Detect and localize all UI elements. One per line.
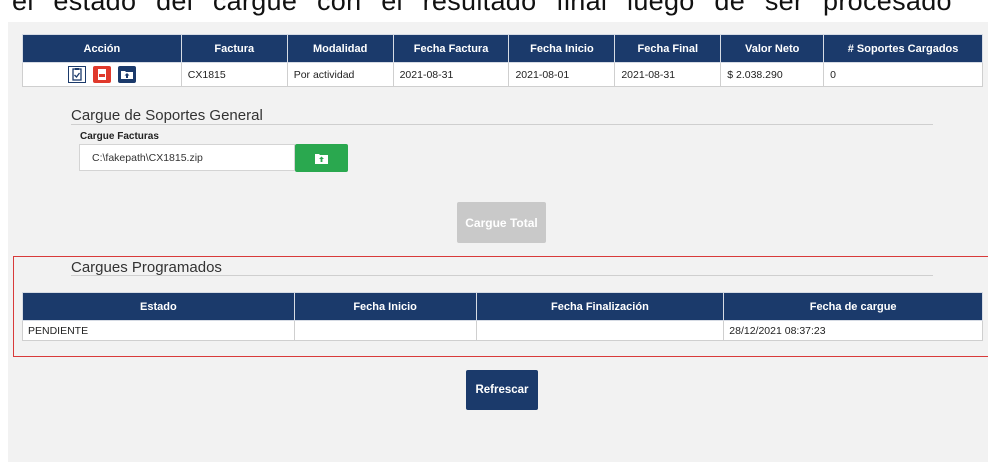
cell-estado: PENDIENTE (22, 320, 295, 341)
invoice-table: Acción Factura Modalidad Fecha Factura F… (22, 34, 983, 87)
scheduled-header-row: Estado Fecha Inicio Fecha Finalización F… (22, 292, 983, 321)
col-fecha-inicio: Fecha Inicio (508, 34, 616, 63)
pdf-file-icon[interactable] (92, 66, 111, 83)
cell-modalidad: Por actividad (286, 62, 394, 87)
col-estado: Estado (22, 292, 295, 321)
upload-section-divider (71, 124, 933, 125)
col-valor-neto: Valor Neto (720, 34, 825, 63)
invoice-header-row: Acción Factura Modalidad Fecha Factura F… (22, 34, 983, 63)
cargue-facturas-label: Cargue Facturas (80, 131, 159, 142)
col-accion: Acción (22, 34, 182, 63)
scheduled-section-title: Cargues Programados (71, 259, 222, 276)
cell-fecha-factura: 2021-08-31 (392, 62, 510, 87)
table-row: CX1815 Por actividad 2021-08-31 2021-08-… (22, 62, 983, 87)
clipboard-check-icon[interactable] (67, 66, 86, 83)
cell-fecha-inicio: 2021-08-01 (508, 62, 616, 87)
refrescar-button[interactable]: Refrescar (466, 370, 538, 410)
upload-folder-icon (315, 153, 328, 164)
upload-file-button[interactable] (295, 144, 348, 172)
col-factura: Factura (180, 34, 288, 63)
col-modalidad: Modalidad (286, 34, 394, 63)
col-fecha-final: Fecha Final (614, 34, 722, 63)
upload-section-title: Cargue de Soportes General (71, 107, 263, 124)
upload-folder-icon[interactable] (117, 66, 136, 83)
document-caption: el estado del cargue con el resultado fi… (12, 0, 952, 16)
cell-soportes: 0 (823, 62, 983, 87)
scheduled-section-divider (71, 275, 933, 276)
file-path-input[interactable]: C:\fakepath\CX1815.zip (79, 144, 295, 171)
cell-fecha-final: 2021-08-31 (614, 62, 722, 87)
cell-fecha-cargue: 28/12/2021 08:37:23 (723, 320, 983, 341)
actions-cell (22, 62, 182, 87)
cell-factura: CX1815 (180, 62, 288, 87)
cargue-total-button[interactable]: Cargue Total (457, 202, 546, 243)
cell-valor-neto: $ 2.038.290 (720, 62, 825, 87)
table-row: PENDIENTE 28/12/2021 08:37:23 (22, 320, 983, 341)
col-soportes-cargados: # Soportes Cargados (823, 34, 983, 63)
col-fecha-inicio: Fecha Inicio (293, 292, 477, 321)
cell-fecha-inicio (293, 320, 477, 341)
cell-fecha-finalizacion (475, 320, 725, 341)
col-fecha-factura: Fecha Factura (392, 34, 510, 63)
col-fecha-finalizacion: Fecha Finalización (475, 292, 725, 321)
col-fecha-cargue: Fecha de cargue (723, 292, 983, 321)
scheduled-table: Estado Fecha Inicio Fecha Finalización F… (22, 292, 983, 341)
